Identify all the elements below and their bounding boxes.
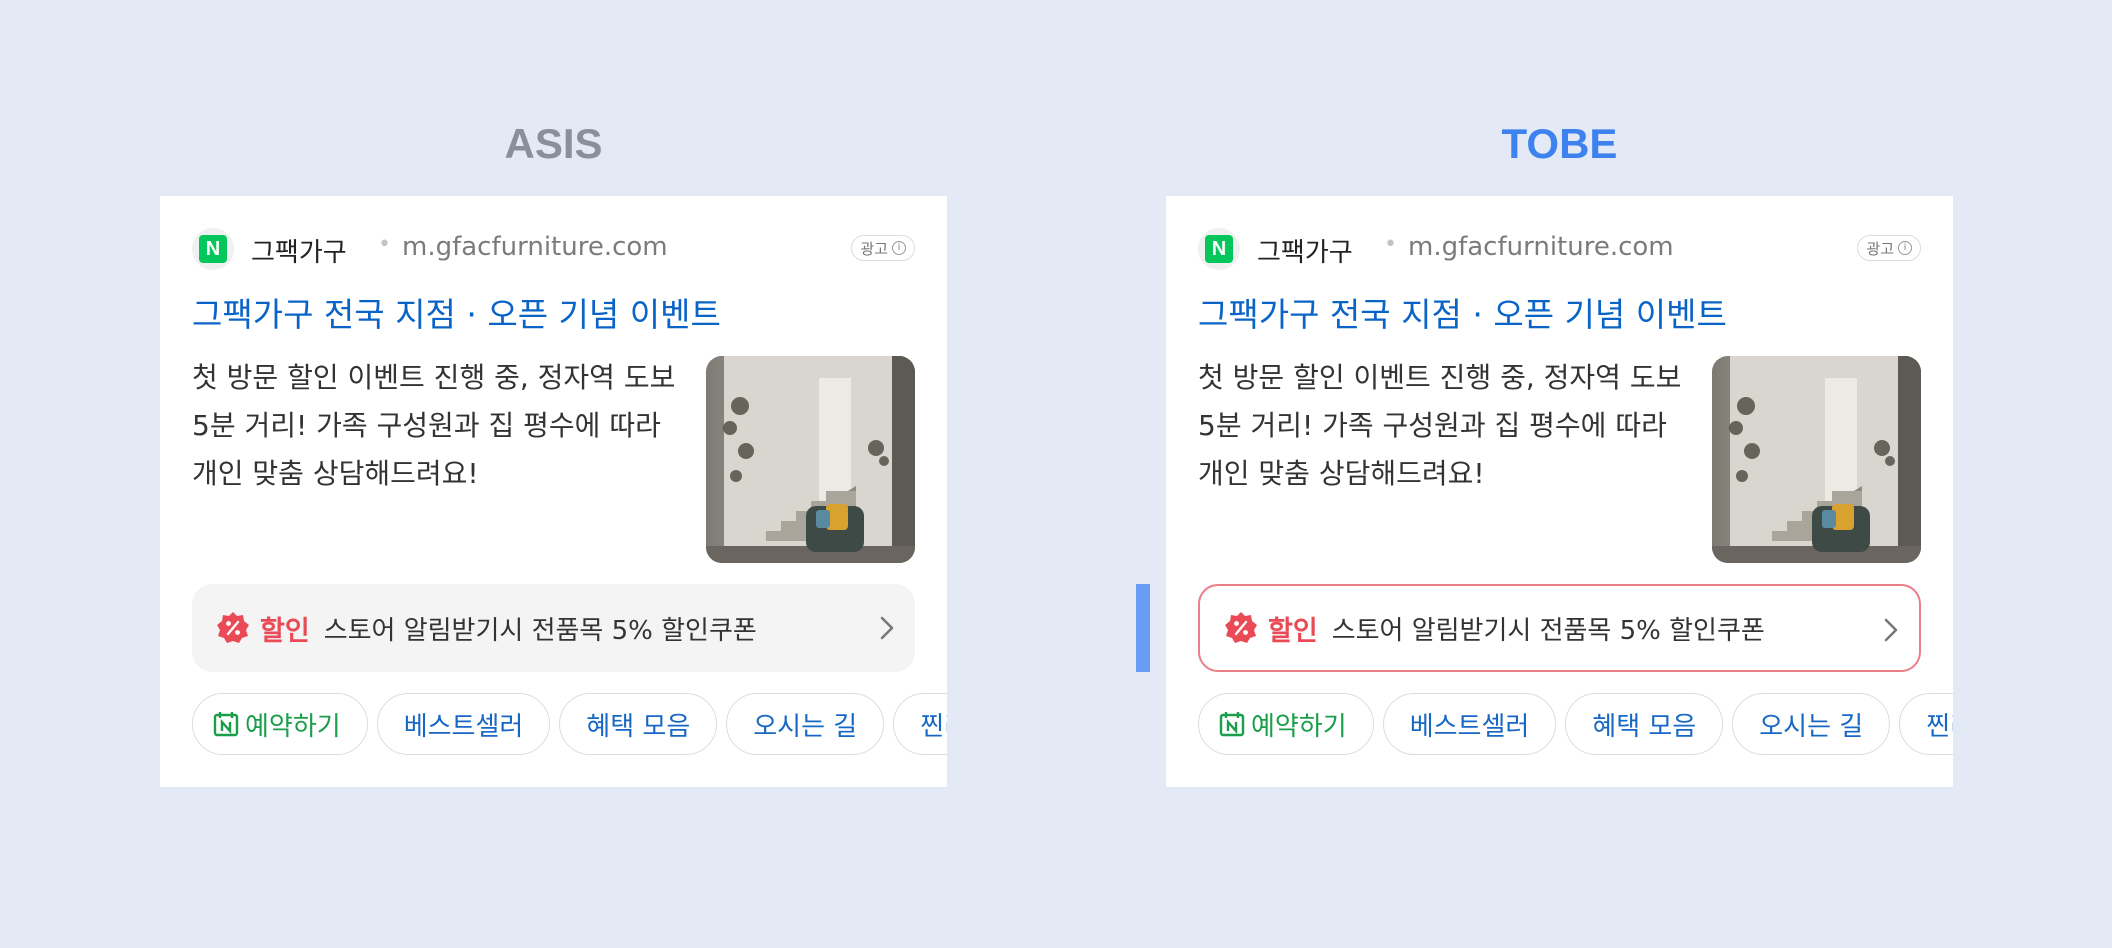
brand-name[interactable]: 그팩가구 [251,232,347,269]
info-icon: i [892,241,906,255]
calendar-icon [213,712,239,737]
chip-directions[interactable]: 오시는 길 [726,693,885,755]
chip-bestseller[interactable]: 베스트셀러 [1382,693,1557,755]
chip-benefits[interactable]: 혜택 모음 [559,693,718,755]
promo-tag: 할인 [260,615,310,647]
chip-label: 예약하기 [245,711,341,742]
separator-dot: • [1384,232,1397,257]
brand-name[interactable]: 그팩가구 [1257,232,1353,269]
separator-dot: • [378,232,391,257]
ad-headline[interactable]: 그팩가구 전국 지점 · 오픈 기념 이벤트 [1198,288,1727,336]
chevron-right-icon [880,616,894,640]
promo-text: 스토어 알림받기시 전품목 5% 할인쿠폰 [323,615,757,646]
discount-badge-icon [217,612,249,643]
ad-badge[interactable]: 광고 i [851,235,915,261]
source-row: N 그팩가구 • m.gfacfurniture.com 광고 i [192,228,915,270]
chip-reviews[interactable]: 찐리뷰 [1899,693,1953,755]
ad-label: 광고 [860,239,888,258]
chip-reserve[interactable]: 예약하기 [1198,693,1374,755]
promo-banner[interactable]: 할인 스토어 알림받기시 전품목 5% 할인쿠폰 [1198,584,1921,672]
ad-description: 첫 방문 할인 이벤트 진행 중, 정자역 도보 5분 거리! 가족 구성원과 … [192,361,676,490]
site-url[interactable]: m.gfacfurniture.com [1408,232,1674,262]
product-thumbnail[interactable] [706,356,915,563]
change-indicator-bar [1136,584,1150,672]
ad-label: 광고 [1866,239,1894,258]
sitelink-chips: 예약하기 베스트셀러 혜택 모음 오시는 길 찐리뷰 [192,693,947,755]
source-row: N 그팩가구 • m.gfacfurniture.com 광고 i [1198,228,1921,270]
promo-text: 스토어 알림받기시 전품목 5% 할인쿠폰 [1331,615,1765,646]
product-thumbnail[interactable] [1712,356,1921,563]
calendar-icon [1219,712,1245,737]
chip-reviews[interactable]: 찐리뷰 [893,693,947,755]
promo-tag: 할인 [1268,615,1318,647]
sitelink-chips: 예약하기 베스트셀러 혜택 모음 오시는 길 찐리뷰 [1198,693,1953,755]
tobe-ad-card[interactable]: N 그팩가구 • m.gfacfurniture.com 광고 i 그팩가구 전… [1166,196,1953,787]
ad-badge[interactable]: 광고 i [1857,235,1921,261]
info-icon: i [1898,241,1912,255]
chip-bestseller[interactable]: 베스트셀러 [376,693,551,755]
chip-label: 예약하기 [1251,711,1347,742]
chip-reserve[interactable]: 예약하기 [192,693,368,755]
promo-banner[interactable]: 할인 스토어 알림받기시 전품목 5% 할인쿠폰 [192,584,915,672]
naver-logo-icon: N [1198,228,1240,270]
asis-ad-card[interactable]: N 그팩가구 • m.gfacfurniture.com 광고 i 그팩가구 전… [160,196,947,787]
discount-badge-icon [1225,612,1257,643]
chip-benefits[interactable]: 혜택 모음 [1565,693,1724,755]
chevron-right-icon [1884,618,1898,642]
asis-title: ASIS [504,120,603,167]
tobe-title: TOBE [1501,120,1618,167]
chip-directions[interactable]: 오시는 길 [1732,693,1891,755]
naver-logo-icon: N [192,228,234,270]
ad-description: 첫 방문 할인 이벤트 진행 중, 정자역 도보 5분 거리! 가족 구성원과 … [1198,361,1682,490]
site-url[interactable]: m.gfacfurniture.com [402,232,668,262]
ad-headline[interactable]: 그팩가구 전국 지점 · 오픈 기념 이벤트 [192,288,721,336]
